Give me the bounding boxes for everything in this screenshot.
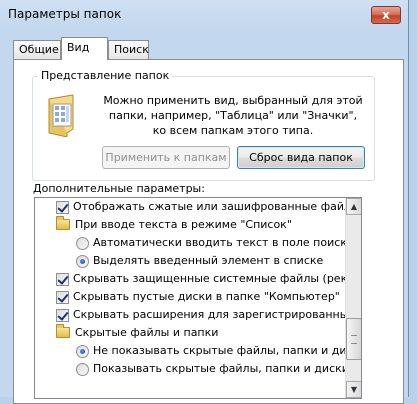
- list-item-show-hidden[interactable]: Показывать скрытые файлы, папки и диски: [35, 360, 345, 378]
- folder-view-icon: [48, 94, 74, 137]
- list-item-label: Не показывать скрытые файлы, папки и дис…: [93, 344, 345, 357]
- folder-icon: [56, 216, 70, 230]
- list-item-label: Скрытые файлы и папки: [75, 326, 219, 339]
- checkbox-checked[interactable]: [56, 273, 69, 286]
- folder-view-group-title: Представление папок: [38, 69, 173, 82]
- window-title: Параметры папок: [8, 7, 122, 21]
- list-item-dont-show-hidden[interactable]: Не показывать скрытые файлы, папки и дис…: [35, 342, 345, 360]
- radio-unselected[interactable]: [76, 237, 89, 250]
- list-item-label: Автоматически вводить текст в поле поиск…: [93, 236, 345, 249]
- view-tab-panel: Представление папок Можно применить вид,…: [13, 59, 404, 404]
- list-item-show-compressed[interactable]: Отображать сжатые или зашифрованные файл…: [35, 198, 345, 216]
- advanced-settings-list: Отображать сжатые или зашифрованные файл…: [34, 197, 362, 399]
- scroll-down-button[interactable]: ▼: [346, 381, 361, 398]
- close-button[interactable]: x: [371, 6, 401, 24]
- tab-view[interactable]: Вид: [61, 37, 108, 60]
- list-item-hide-empty-drives[interactable]: Скрывать пустые диски в папке "Компьютер…: [35, 288, 345, 306]
- list-item-label: Скрывать расширения для зарегистрированн…: [73, 308, 345, 321]
- checkbox-checked[interactable]: [56, 309, 69, 322]
- folder-view-description: Можно применить вид, выбранный для этой …: [103, 94, 363, 137]
- vertical-scrollbar[interactable]: ▲ ▼: [345, 198, 361, 398]
- radio-selected[interactable]: [76, 255, 89, 268]
- list-item-label: Скрывать защищенные системные файлы (рек…: [73, 272, 345, 285]
- reset-folders-button[interactable]: Сброс вида папок: [237, 146, 365, 169]
- folder-icon: [56, 324, 70, 338]
- list-item-select-typed[interactable]: Выделять введенный элемент в списке: [35, 252, 345, 270]
- list-item-hidden-files-folder: Скрытые файлы и папки: [35, 324, 345, 342]
- radio-selected[interactable]: [76, 345, 89, 358]
- advanced-settings-label: Дополнительные параметры:: [33, 182, 205, 195]
- title-bar: Параметры папок x: [0, 0, 409, 30]
- checkbox-checked[interactable]: [56, 291, 69, 304]
- list-item-label: Отображать сжатые или зашифрованные файл…: [73, 200, 345, 213]
- list-item-label: При вводе текста в режиме "Список": [75, 218, 292, 231]
- advanced-settings-items: Отображать сжатые или зашифрованные файл…: [35, 198, 345, 398]
- folder-view-group: Представление папок Можно применить вид,…: [32, 69, 375, 181]
- list-item-hide-protected[interactable]: Скрывать защищенные системные файлы (рек…: [35, 270, 345, 288]
- tab-general[interactable]: Общие: [13, 40, 61, 59]
- list-item-label: Скрывать пустые диски в папке "Компьютер…: [73, 290, 340, 303]
- list-item-auto-type-search[interactable]: Автоматически вводить текст в поле поиск…: [35, 234, 345, 252]
- list-item-label: Выделять введенный элемент в списке: [93, 254, 324, 267]
- folder-options-window: Параметры папок x Общие Вид Поиск Предст…: [0, 0, 409, 404]
- list-item-label: Показывать скрытые файлы, папки и диски: [93, 362, 345, 375]
- scroll-up-button[interactable]: ▲: [346, 198, 361, 215]
- checkbox-checked[interactable]: [56, 201, 69, 214]
- scroll-thumb[interactable]: [346, 318, 361, 360]
- apply-to-folders-button[interactable]: Применить к папкам: [102, 146, 230, 169]
- tab-search[interactable]: Поиск: [108, 40, 149, 59]
- list-item-hide-extensions[interactable]: Скрывать расширения для зарегистрированн…: [35, 306, 345, 324]
- list-item-typing-folder: При вводе текста в режиме "Список": [35, 216, 345, 234]
- radio-unselected[interactable]: [76, 363, 89, 376]
